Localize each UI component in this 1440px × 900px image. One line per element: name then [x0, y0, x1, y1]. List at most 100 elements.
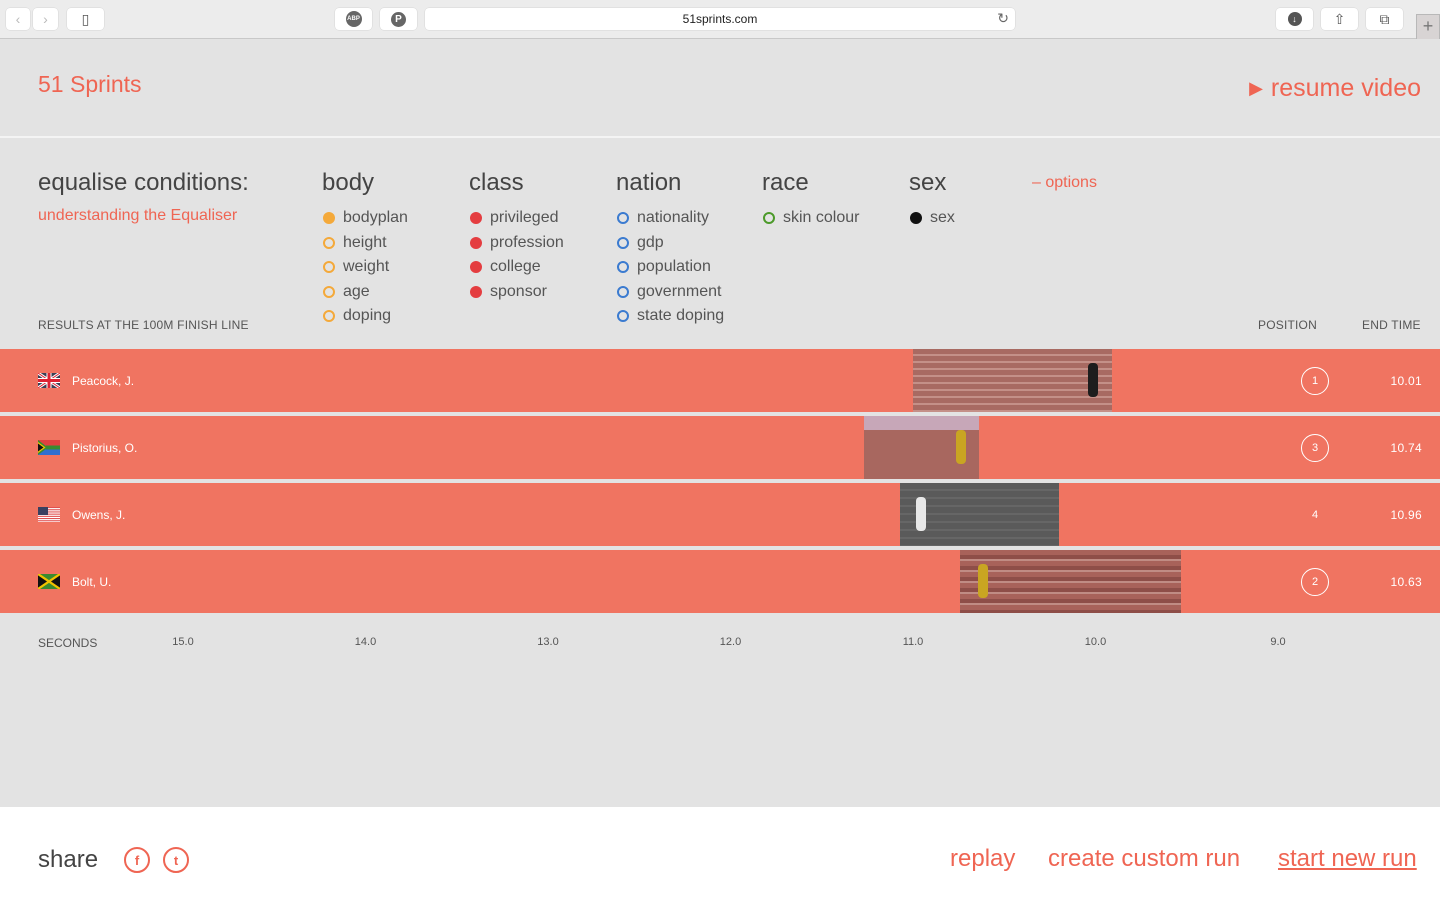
- condition-toggle-bodyplan[interactable]: bodyplan: [322, 206, 408, 231]
- equalise-title: equalise conditions:: [38, 169, 249, 196]
- footer: share f t replay create custom run start…: [0, 807, 1440, 900]
- forward-button[interactable]: ›: [33, 8, 58, 30]
- sidebar-icon: ▯: [81, 10, 90, 27]
- condition-toggle-age[interactable]: age: [322, 280, 408, 305]
- position-column-header: POSITION: [1258, 318, 1317, 332]
- create-custom-run-link[interactable]: create custom run: [1048, 845, 1240, 873]
- axis-label: SECONDS: [38, 636, 98, 650]
- race-video-thumbnail[interactable]: [960, 550, 1182, 613]
- group-sex: sex sex: [909, 169, 955, 231]
- options-toggle[interactable]: – options: [1032, 174, 1097, 192]
- group-title: class: [469, 169, 524, 196]
- condition-label: sponsor: [490, 282, 547, 300]
- condition-label: age: [343, 282, 370, 300]
- condition-label: doping: [343, 307, 392, 325]
- condition-toggle-population[interactable]: population: [616, 255, 724, 280]
- replay-link[interactable]: replay: [950, 845, 1015, 873]
- condition-toggle-sex[interactable]: sex: [909, 206, 955, 231]
- result-row[interactable]: Bolt, U. 2 10.63: [0, 550, 1440, 613]
- filled-circle-icon: [323, 212, 335, 225]
- chevron-right-icon: ›: [43, 11, 48, 27]
- reload-icon[interactable]: ↻: [997, 10, 1009, 27]
- tabs-button[interactable]: ⧉: [1366, 8, 1403, 30]
- condition-label: profession: [490, 233, 564, 251]
- group-title: sex: [909, 169, 947, 196]
- filled-circle-icon: [470, 261, 482, 274]
- hollow-circle-icon: [617, 212, 629, 225]
- condition-toggle-college[interactable]: college: [469, 255, 564, 280]
- group-title: race: [762, 169, 809, 196]
- condition-toggle-government[interactable]: government: [616, 280, 724, 305]
- resume-video-button[interactable]: ▶ resume video: [1249, 74, 1421, 103]
- share-icon: ⇧: [1333, 10, 1346, 27]
- end-time-column-header: END TIME: [1362, 318, 1421, 332]
- athlete-name: Peacock, J.: [72, 374, 135, 388]
- end-time: 10.63: [1390, 575, 1422, 589]
- result-row[interactable]: Peacock, J. 1 10.01: [0, 349, 1440, 412]
- condition-label: bodyplan: [343, 209, 408, 227]
- filled-circle-icon: [470, 236, 482, 249]
- hollow-circle-icon: [617, 236, 629, 249]
- condition-label: weight: [343, 258, 390, 276]
- hollow-circle-icon: [323, 261, 335, 274]
- result-row[interactable]: Pistorius, O. 3 10.74: [0, 416, 1440, 479]
- race-video-thumbnail[interactable]: [913, 349, 1112, 412]
- adblock-button[interactable]: ABP: [335, 8, 372, 30]
- condition-label: sex: [930, 209, 955, 227]
- athlete-name: Owens, J.: [72, 508, 126, 522]
- axis-tick-label: 14.0: [354, 636, 377, 648]
- group-nation: nation nationality gdp population government…: [616, 169, 724, 329]
- condition-toggle-gdp[interactable]: gdp: [616, 231, 724, 256]
- share-button[interactable]: ⇧: [1321, 8, 1358, 30]
- download-icon: ↓: [1287, 12, 1302, 26]
- axis-tick-label: 11.0: [902, 636, 924, 648]
- hollow-circle-icon: [617, 310, 629, 323]
- condition-toggle-doping[interactable]: doping: [322, 304, 408, 329]
- condition-toggle-sponsor[interactable]: sponsor: [469, 280, 564, 305]
- flag-za-icon: [38, 440, 60, 455]
- results-heading: RESULTS AT THE 100M FINISH LINE: [38, 318, 249, 332]
- chevron-left-icon: ‹: [15, 11, 21, 27]
- group-class: class privileged profession college sponsor: [469, 169, 564, 304]
- end-time: 10.74: [1390, 441, 1422, 455]
- axis-tick-label: 15.0: [172, 636, 194, 648]
- hollow-circle-icon: [323, 310, 335, 323]
- understanding-equaliser-link[interactable]: understanding the Equaliser: [38, 207, 237, 225]
- condition-toggle-profession[interactable]: profession: [469, 231, 564, 256]
- pinterest-icon: P: [391, 11, 406, 27]
- race-video-thumbnail[interactable]: [900, 483, 1059, 546]
- start-new-run-link[interactable]: start new run: [1278, 845, 1417, 873]
- condition-label: nationality: [637, 209, 710, 227]
- twitter-share-button[interactable]: t: [163, 847, 189, 873]
- condition-toggle-height[interactable]: height: [322, 231, 408, 256]
- sidebar-button[interactable]: ▯: [67, 8, 104, 30]
- downloads-button[interactable]: ↓: [1276, 8, 1313, 30]
- runner-figure: [1088, 363, 1099, 397]
- race-video-thumbnail[interactable]: [863, 416, 979, 479]
- condition-toggle-weight[interactable]: weight: [322, 255, 408, 280]
- back-button[interactable]: ‹: [6, 8, 30, 30]
- condition-toggle-state-doping[interactable]: state doping: [616, 304, 724, 329]
- share-label: share: [38, 846, 99, 873]
- page: 51 Sprints ▶ resume video equalise condit…: [0, 39, 1440, 807]
- tabs-icon: ⧉: [1379, 10, 1390, 27]
- facebook-icon: f: [134, 852, 140, 868]
- pinterest-button[interactable]: P: [380, 8, 417, 30]
- url-text: 51sprints.com: [682, 12, 758, 26]
- condition-toggle-nationality[interactable]: nationality: [616, 206, 724, 231]
- site-logo[interactable]: 51 Sprints: [38, 71, 142, 98]
- result-row[interactable]: Owens, J. 4 10.96: [0, 483, 1440, 546]
- hollow-circle-icon: [323, 285, 335, 298]
- divider: [0, 136, 1440, 138]
- condition-label: government: [637, 282, 722, 300]
- address-bar[interactable]: 51sprints.com ↻: [425, 8, 1015, 30]
- new-tab-button[interactable]: +: [1416, 14, 1440, 39]
- condition-label: population: [637, 258, 711, 276]
- facebook-share-button[interactable]: f: [124, 847, 150, 873]
- play-icon: ▶: [1249, 78, 1263, 98]
- condition-toggle-skin-colour[interactable]: skin colour: [762, 206, 859, 231]
- filled-circle-icon: [910, 212, 922, 225]
- axis-tick-label: 10.0: [1084, 636, 1107, 648]
- group-title: nation: [616, 169, 682, 196]
- condition-toggle-privileged[interactable]: privileged: [469, 206, 564, 231]
